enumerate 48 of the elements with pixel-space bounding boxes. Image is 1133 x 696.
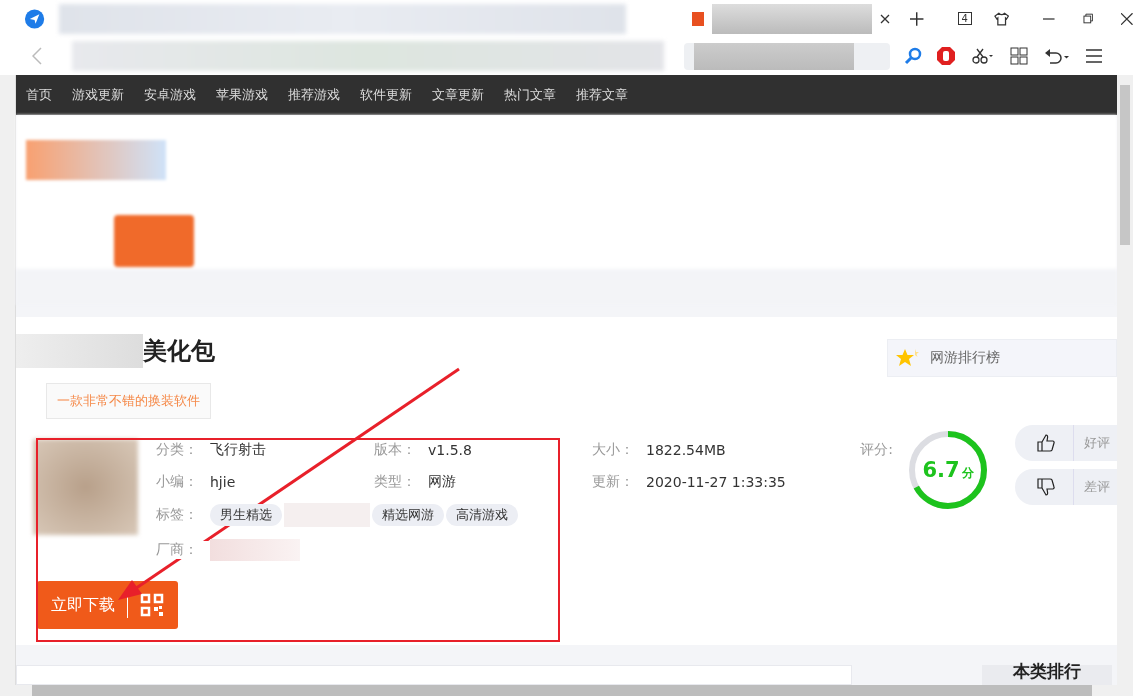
tag[interactable]: 精选网游 [372, 504, 444, 526]
search-field[interactable] [684, 42, 890, 70]
field-value: 网游 [428, 473, 456, 491]
field-value: 2020-11-27 1:33:35 [646, 474, 786, 490]
close-icon[interactable] [880, 13, 891, 24]
thumbs-up-icon [1037, 434, 1055, 452]
nav-link[interactable]: 推荐文章 [576, 86, 628, 104]
nav-link[interactable]: 文章更新 [432, 86, 484, 104]
tab-count[interactable]: 4 [957, 12, 972, 25]
scissors-icon[interactable] [972, 48, 994, 64]
grid-icon[interactable] [1010, 47, 1028, 65]
horizontal-scrollbar[interactable] [0, 685, 1133, 696]
nav-link[interactable]: 首页 [26, 86, 52, 104]
field-value: hjie [210, 474, 236, 490]
score: 6.7 分 [922, 458, 974, 482]
nav-link[interactable]: 安卓游戏 [144, 86, 196, 104]
vertical-scrollbar[interactable] [1117, 75, 1133, 685]
nav-link[interactable]: 软件更新 [360, 86, 412, 104]
qr-code-icon[interactable] [140, 593, 164, 617]
app-title: 美化包 [143, 336, 215, 367]
menu-icon[interactable] [1086, 49, 1102, 63]
nav-link[interactable]: 推荐游戏 [288, 86, 340, 104]
close-window-icon[interactable] [1121, 12, 1133, 25]
field-label: 厂商： [156, 541, 210, 559]
nav-link[interactable]: 游戏更新 [72, 86, 124, 104]
navigation-icon[interactable] [24, 7, 46, 30]
restore-icon[interactable] [1082, 13, 1094, 24]
search-icon[interactable] [904, 47, 922, 65]
address-field[interactable] [72, 41, 664, 71]
tag[interactable]: 高清游戏 [446, 504, 518, 526]
undo-icon[interactable] [1044, 47, 1070, 65]
tag[interactable]: 男生精选 [210, 504, 282, 526]
field-value: v1.5.8 [428, 442, 472, 458]
nav-link[interactable]: 热门文章 [504, 86, 556, 104]
star-icon [896, 348, 921, 368]
app-icon [33, 439, 138, 535]
thumbs-down-icon [1037, 478, 1055, 496]
shirt-icon[interactable] [994, 11, 1010, 26]
field-value: 1822.54MB [646, 442, 726, 458]
rating-label: 评分: [860, 441, 893, 459]
field-value: 飞行射击 [210, 441, 266, 459]
new-tab-icon[interactable] [910, 11, 924, 26]
slogan-callout: 一款非常不错的换装软件 [46, 383, 211, 419]
nav-link[interactable]: 苹果游戏 [216, 86, 268, 104]
ranking-link[interactable]: 网游排行榜 [887, 339, 1117, 377]
minimize-icon[interactable] [1043, 17, 1055, 20]
adblock-icon[interactable] [936, 46, 956, 66]
section-title: 本类排行 [1013, 660, 1081, 683]
